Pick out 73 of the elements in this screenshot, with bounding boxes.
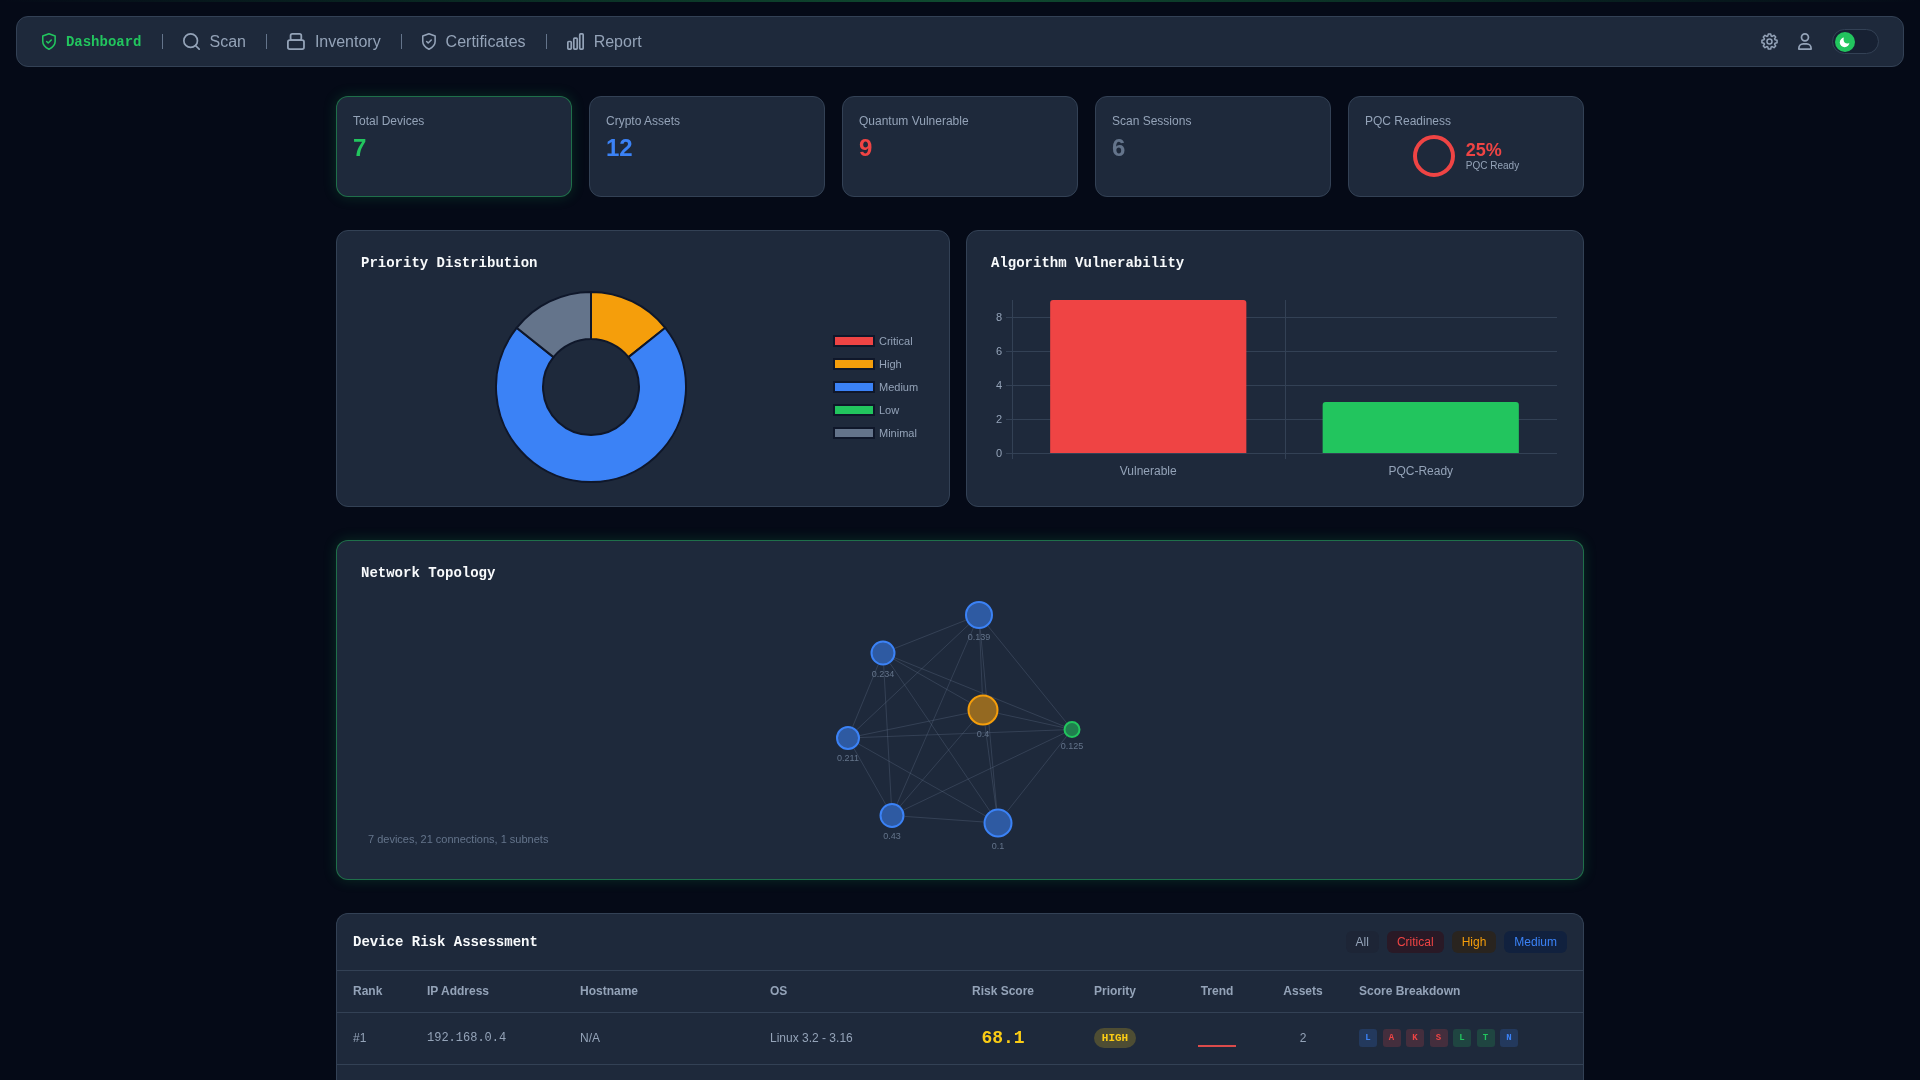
- score-tag: N: [1500, 1029, 1518, 1047]
- score-tag: A: [1382, 1029, 1401, 1047]
- score-tag: L: [1359, 1029, 1377, 1047]
- box-icon: [287, 33, 305, 50]
- nav-tab[interactable]: Report: [566, 31, 642, 52]
- filter-button[interactable]: Critical: [1386, 931, 1444, 953]
- legend-label: Low: [879, 403, 900, 417]
- stat-label: Crypto Assets: [606, 113, 682, 129]
- nav-tab[interactable]: Scan: [182, 31, 246, 52]
- stat-value: 25%: [1465, 140, 1503, 160]
- bar-chart-icon: [566, 33, 584, 50]
- table-cell: Linux 3.2 - 3.16: [754, 1012, 947, 1064]
- column-header: OS: [754, 971, 947, 1012]
- axis-category-label: PQC-Ready: [1388, 464, 1454, 478]
- moon-icon: [1834, 31, 1855, 52]
- filter-button[interactable]: All: [1345, 931, 1379, 953]
- nav-tab[interactable]: Inventory: [287, 31, 381, 52]
- card-title: Priority Distribution: [361, 254, 539, 273]
- user-icon[interactable]: [1798, 33, 1812, 50]
- priority-badge: HIGH: [1093, 1028, 1137, 1048]
- column-header: IP Address: [411, 971, 564, 1012]
- stat-value: 9: [859, 134, 874, 162]
- score-tag: S: [1429, 1029, 1448, 1047]
- axis-category-label: Vulnerable: [1119, 464, 1177, 478]
- column-header: Risk Score: [947, 971, 1059, 1012]
- column-header: Rank: [337, 971, 411, 1012]
- filter-button[interactable]: Medium: [1504, 931, 1567, 953]
- score-tag: L: [1453, 1029, 1471, 1047]
- risk-score: 68.1: [981, 1027, 1025, 1048]
- stat-label: Scan Sessions: [1112, 113, 1193, 129]
- card-title: Algorithm Vulnerability: [991, 254, 1186, 273]
- nav-tab[interactable]: Dashboard: [42, 31, 142, 52]
- legend-label: Medium: [879, 380, 919, 394]
- axis-tick-label: 8: [995, 311, 1002, 323]
- axis-tick-label: 0: [995, 447, 1002, 459]
- trend-sparkline: [1198, 1044, 1236, 1047]
- column-header: Trend: [1171, 971, 1263, 1012]
- node-label: 0.1: [991, 840, 1005, 851]
- stat-label: Total Devices: [353, 113, 426, 129]
- table-cell: #1: [337, 1012, 411, 1064]
- topology-summary: 7 devices, 21 connections, 1 subnets: [368, 833, 549, 846]
- column-header: Score Breakdown: [1343, 971, 1583, 1012]
- score-tag: K: [1406, 1029, 1424, 1047]
- table-cell: 2: [1263, 1012, 1343, 1064]
- settings-icon[interactable]: [1761, 33, 1779, 50]
- column-header: Hostname: [564, 971, 754, 1012]
- search-icon: [182, 33, 200, 50]
- card-title: Network Topology: [361, 564, 497, 583]
- device-node[interactable]: [1063, 721, 1081, 738]
- stat-label: PQC Readiness: [1365, 113, 1453, 129]
- node-label: 0.43: [883, 831, 901, 841]
- shield-check-icon: [42, 33, 56, 50]
- stat-value: 12: [606, 134, 634, 162]
- stat-caption: PQC Ready: [1465, 160, 1520, 172]
- nav-tab[interactable]: Certificates: [421, 31, 526, 52]
- legend-label: Minimal: [879, 426, 917, 440]
- filter-button[interactable]: High: [1451, 931, 1497, 953]
- legend-label: High: [879, 357, 902, 371]
- table-cell: N/A: [564, 1012, 754, 1064]
- column-header: Priority: [1059, 971, 1171, 1012]
- card-title: Device Risk Assessment: [353, 933, 538, 952]
- table-cell: 192.168.0.4: [411, 1012, 564, 1064]
- axis-tick-label: 6: [995, 345, 1002, 357]
- score-tag: T: [1476, 1029, 1495, 1047]
- theme-toggle[interactable]: [1832, 29, 1879, 54]
- stat-value: 6: [1112, 134, 1127, 162]
- shield-check-icon: [421, 33, 436, 50]
- axis-tick-label: 2: [995, 413, 1002, 425]
- legend-label: Critical: [879, 334, 913, 348]
- stat-label: Quantum Vulnerable: [859, 113, 970, 129]
- axis-tick-label: 4: [995, 379, 1002, 391]
- column-header: Assets: [1263, 971, 1343, 1012]
- stat-value: 7: [353, 134, 368, 162]
